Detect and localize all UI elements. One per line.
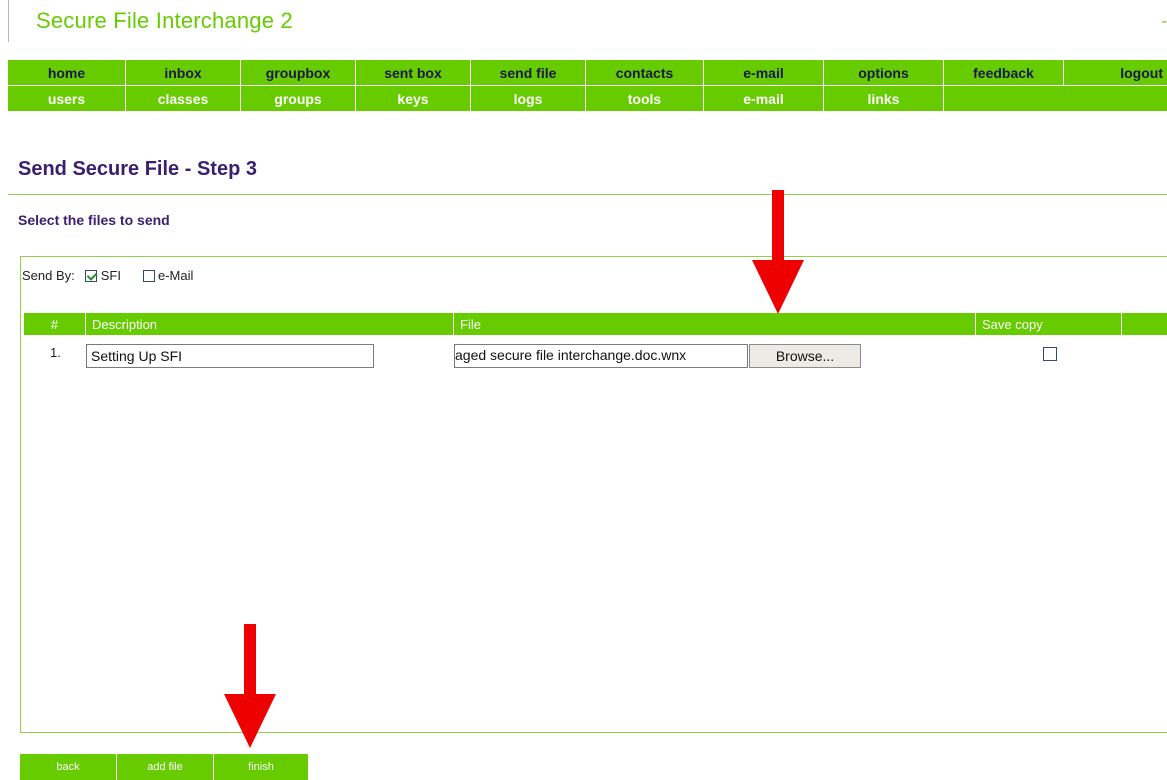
column-header-number: # <box>24 313 86 335</box>
nav-links[interactable]: links <box>824 86 944 111</box>
action-button-bar: back add file finish <box>20 754 309 780</box>
nav-sent-box[interactable]: sent box <box>356 60 471 85</box>
nav-classes[interactable]: classes <box>126 86 241 111</box>
add-file-button[interactable]: add file <box>117 754 214 780</box>
column-header-description: Description <box>86 313 454 335</box>
nav-contacts[interactable]: contacts <box>586 60 704 85</box>
column-header-extra <box>1122 313 1167 335</box>
column-header-save-copy: Save copy <box>976 313 1122 335</box>
admin-nav-row: users classes groups keys logs tools e-m… <box>8 86 1167 111</box>
section-subtitle: Select the files to send <box>18 212 170 228</box>
nav-e-mail[interactable]: e-mail <box>704 60 824 85</box>
red-arrow-down-icon <box>752 190 804 314</box>
nav-groupbox[interactable]: groupbox <box>241 60 356 85</box>
browse-button[interactable]: Browse... <box>749 344 861 368</box>
nav-logs[interactable]: logs <box>471 86 586 111</box>
back-button[interactable]: back <box>20 754 117 780</box>
nav-groups[interactable]: groups <box>241 86 356 111</box>
sfi-checkbox-label: SFI <box>100 268 121 283</box>
nav-empty-cell <box>944 86 1167 111</box>
file-path-text: aged secure file interchange.doc.wnx <box>455 347 687 363</box>
save-copy-checkbox[interactable] <box>1043 347 1057 361</box>
header-left-rule <box>8 0 9 42</box>
nav-keys[interactable]: keys <box>356 86 471 111</box>
header-edge-mark: - <box>1161 13 1167 30</box>
primary-nav-row: home inbox groupbox sent box send file c… <box>8 60 1167 85</box>
email-checkbox[interactable] <box>143 269 155 282</box>
app-title: Secure File Interchange 2 <box>36 8 293 33</box>
nav-options[interactable]: options <box>824 60 944 85</box>
main-navigation: home inbox groupbox sent box send file c… <box>8 60 1167 111</box>
send-by-group: Send By: SFI e-Mail <box>22 268 193 283</box>
page-title: Send Secure File - Step 3 <box>18 158 257 180</box>
red-arrow-down-icon <box>224 624 276 748</box>
nav-admin-e-mail[interactable]: e-mail <box>704 86 824 111</box>
column-header-file: File <box>454 313 976 335</box>
email-checkbox-label: e-Mail <box>158 268 194 283</box>
description-input[interactable] <box>86 344 374 368</box>
nav-users[interactable]: users <box>8 86 126 111</box>
send-by-label: Send By: <box>22 268 75 283</box>
nav-logout[interactable]: logout <box>1064 60 1167 85</box>
nav-send-file[interactable]: send file <box>471 60 586 85</box>
row-number: 1. <box>50 345 61 360</box>
nav-feedback[interactable]: feedback <box>944 60 1064 85</box>
nav-inbox[interactable]: inbox <box>126 60 241 85</box>
heading-divider <box>8 194 1167 195</box>
nav-home[interactable]: home <box>8 60 126 85</box>
sfi-checkbox[interactable] <box>84 269 97 282</box>
nav-tools[interactable]: tools <box>586 86 704 111</box>
files-table-header: # Description File Save copy <box>24 313 1167 335</box>
finish-button[interactable]: finish <box>214 754 309 780</box>
file-path-input[interactable]: aged secure file interchange.doc.wnx <box>454 344 748 368</box>
